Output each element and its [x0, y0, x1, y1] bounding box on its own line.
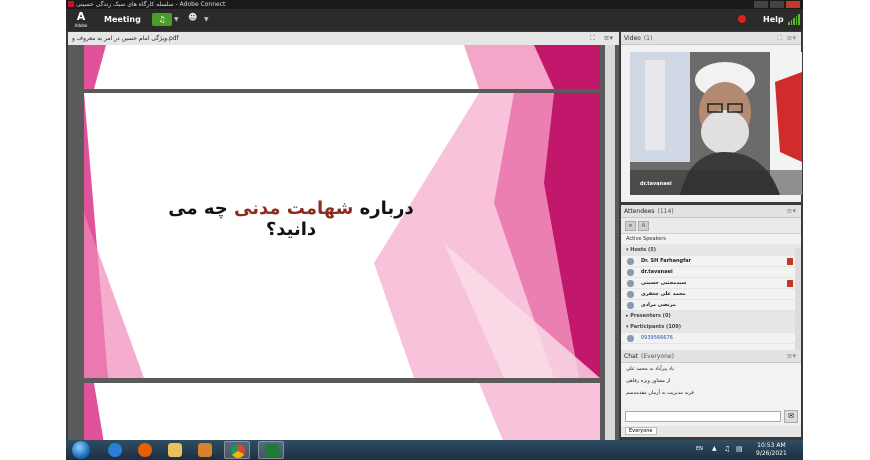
- current-slide: درباره شهامت مدنی چه می دانید؟: [84, 93, 600, 378]
- user-icon: [627, 291, 634, 298]
- volume-icon[interactable]: ♫: [724, 445, 730, 453]
- previous-slide: [84, 45, 600, 89]
- user-icon: [627, 258, 634, 265]
- hosts-section[interactable]: ▾ Hosts (5): [621, 245, 801, 256]
- excel-icon: [265, 444, 279, 458]
- chat-input[interactable]: [625, 411, 781, 422]
- recording-icon[interactable]: [738, 15, 746, 23]
- list-item[interactable]: Dr. SH Farhangfar: [621, 256, 801, 267]
- video-pod-header: Video (1) ⛶ ≡▾: [621, 32, 801, 45]
- slide-viewer[interactable]: درباره شهامت مدنی چه می دانید؟: [84, 45, 600, 440]
- connection-strength-icon: [788, 14, 800, 25]
- folder-icon: [168, 443, 182, 457]
- pod-options[interactable]: ⛶ ≡▾: [590, 32, 613, 45]
- media-player-icon: [198, 443, 212, 457]
- taskbar-media[interactable]: [192, 441, 218, 459]
- pod-options[interactable]: ⛶ ≡▾: [777, 32, 796, 45]
- share-pod-header: ویژگی امام حسین در امر به معروف و.pdf ⛶ …: [68, 32, 619, 45]
- language-indicator[interactable]: EN: [696, 446, 703, 452]
- start-button[interactable]: [72, 441, 90, 459]
- chevron-down-icon[interactable]: ▼: [174, 16, 179, 23]
- list-item[interactable]: محمد علی چغفری: [621, 289, 801, 300]
- raise-hand-icon[interactable]: ☻: [188, 13, 202, 26]
- firefox-icon: [138, 443, 152, 457]
- list-item[interactable]: مرتضی مرادی: [621, 300, 801, 311]
- active-speakers: Active Speakers: [621, 234, 801, 245]
- chevron-down-icon[interactable]: ▼: [204, 16, 209, 23]
- attendees-toolbar: ≡ A: [621, 218, 801, 234]
- document-filename: ویژگی امام حسین در امر به معروف و.pdf: [72, 35, 179, 42]
- next-slide: [84, 383, 600, 440]
- sort-icon[interactable]: A: [638, 221, 649, 231]
- chat-pod-header: Chat (Everyone) ≡▾: [621, 350, 801, 363]
- list-item[interactable]: dr.tavanaei: [621, 267, 801, 278]
- presenters-section[interactable]: ▸ Presenters (0): [621, 311, 801, 322]
- speaker-icon[interactable]: ♫: [152, 13, 172, 26]
- clock[interactable]: 10:53 AM 9/26/2021: [756, 442, 787, 458]
- taskbar-excel[interactable]: [258, 441, 284, 459]
- slide-question: درباره شهامت مدنی چه می دانید؟: [168, 198, 414, 240]
- close-button[interactable]: [786, 1, 800, 8]
- screen: سلسله کارگاه های سبک زندگی حسینی - Adobe…: [66, 0, 803, 460]
- chat-pod: Chat (Everyone) ≡▾ یاد پیرآباد به محمد عل…: [621, 350, 801, 437]
- app-icon: [68, 1, 74, 7]
- video-pod: Video (1) ⛶ ≡▾ dr.tavanaei: [621, 32, 802, 202]
- list-item[interactable]: سیدمجتبی حسینی: [621, 278, 801, 289]
- chrome-icon: [231, 444, 245, 458]
- share-scrollbar[interactable]: [605, 45, 615, 440]
- clock-date: 9/26/2021: [756, 450, 787, 457]
- attendees-pod-header: Attendees (114) ≡▾: [621, 205, 801, 218]
- pod-options[interactable]: ≡▾: [787, 205, 796, 218]
- send-icon[interactable]: ✉: [784, 410, 798, 423]
- presenter-name: dr.tavanaei: [640, 181, 672, 187]
- adobe-logo: A Adobe: [74, 10, 88, 29]
- window-controls: [754, 1, 800, 8]
- user-icon: [627, 280, 634, 287]
- video-pod-title: Video: [624, 35, 641, 42]
- list-item[interactable]: 0939566676: [621, 333, 801, 344]
- title-bar: سلسله کارگاه های سبک زندگی حسینی - Adobe…: [66, 0, 803, 9]
- ie-icon: [108, 443, 122, 457]
- microphone-icon: [787, 258, 793, 265]
- microphone-icon: [787, 280, 793, 287]
- taskbar: EN ▲ ♫ ▤ 10:53 AM 9/26/2021: [66, 440, 803, 460]
- taskbar-explorer[interactable]: [162, 441, 188, 459]
- show-hidden-icons[interactable]: ▲: [712, 445, 717, 452]
- taskbar-firefox[interactable]: [132, 441, 158, 459]
- menu-bar: A Adobe Meeting ♫ ▼ ☻ ▼ Help: [66, 9, 803, 31]
- window-title: سلسله کارگاه های سبک زندگی حسینی - Adobe…: [76, 1, 226, 8]
- chat-message: فربه مدیریت به آرمان مقدمه‌سم: [626, 390, 694, 396]
- user-icon: [627, 335, 634, 342]
- minimize-button[interactable]: [754, 1, 768, 8]
- attendees-title: Attendees: [624, 208, 655, 215]
- taskbar-chrome[interactable]: [224, 441, 250, 459]
- user-icon: [627, 269, 634, 276]
- participants-section[interactable]: ▾ Participants (109): [621, 322, 801, 333]
- list-view-icon[interactable]: ≡: [625, 221, 636, 231]
- taskbar-ie[interactable]: [102, 441, 128, 459]
- chat-recipient[interactable]: Everyone: [621, 426, 801, 437]
- maximize-button[interactable]: [770, 1, 784, 8]
- chat-message: از مشاور ویژه رفاهی: [626, 378, 671, 384]
- help-menu[interactable]: Help: [763, 15, 784, 24]
- network-icon[interactable]: ▤: [736, 445, 743, 453]
- pod-options[interactable]: ≡▾: [787, 350, 796, 363]
- meeting-menu[interactable]: Meeting: [104, 15, 141, 24]
- user-icon: [627, 302, 634, 309]
- clock-time: 10:53 AM: [757, 442, 786, 449]
- chat-title: Chat: [624, 353, 639, 360]
- attendees-scrollbar[interactable]: [795, 248, 801, 350]
- share-pod: ویژگی امام حسین در امر به معروف و.pdf ⛶ …: [68, 32, 619, 440]
- chat-message: یاد پیرآباد به محمد علی: [626, 366, 674, 372]
- attendees-pod: Attendees (114) ≡▾ ≡ A Active Speakers ▾ …: [621, 205, 801, 350]
- presenter-video[interactable]: dr.tavanaei: [630, 52, 802, 195]
